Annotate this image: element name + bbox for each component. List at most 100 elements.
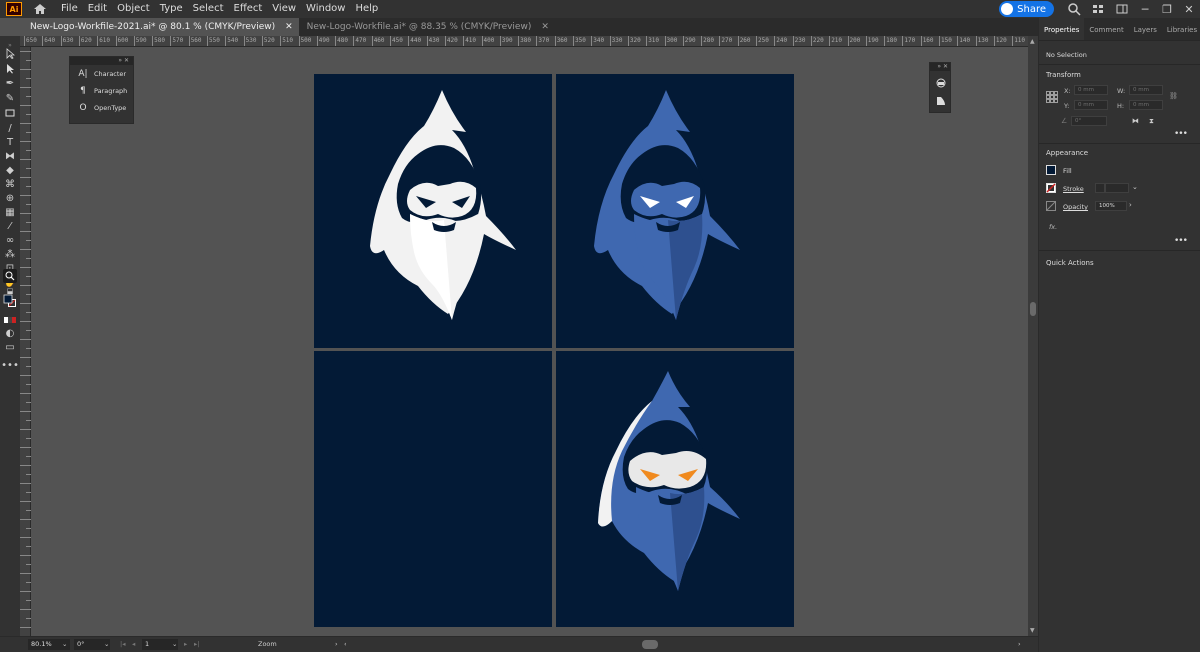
- shape-builder-tool-icon[interactable]: ⊕: [3, 191, 17, 205]
- character-panel-item[interactable]: A| Character: [70, 65, 133, 82]
- flip-vertical-icon[interactable]: ⧗: [1149, 117, 1154, 126]
- tab-layers[interactable]: Layers: [1129, 26, 1162, 40]
- fill-swatch[interactable]: [1046, 165, 1056, 175]
- restore-button[interactable]: ❐: [1156, 0, 1178, 18]
- tab-document-1[interactable]: New-Logo-Workfile-2021.ai* @ 80.1 % (CMY…: [0, 18, 299, 36]
- symbol-sprayer-tool-icon[interactable]: ⁂: [3, 247, 17, 261]
- artboard-4[interactable]: [556, 351, 794, 627]
- close-tab-icon[interactable]: ✕: [541, 22, 549, 32]
- minimize-button[interactable]: ─: [1134, 0, 1156, 18]
- panel-header[interactable]: » ✕: [70, 57, 133, 65]
- share-button[interactable]: Share: [999, 1, 1054, 17]
- arrange-documents-icon[interactable]: [1091, 2, 1105, 16]
- tab-document-2[interactable]: New-Logo-Workfile.ai* @ 88.35 % (CMYK/Pr…: [299, 18, 555, 36]
- horizontal-scroll-thumb[interactable]: [642, 640, 658, 649]
- x-input[interactable]: 0 mm: [1074, 85, 1108, 95]
- scroll-up-icon[interactable]: ▲: [1030, 38, 1035, 45]
- tab-comment[interactable]: Comment: [1084, 26, 1128, 40]
- w-input[interactable]: 0 mm: [1129, 85, 1163, 95]
- cc-libraries-icon[interactable]: [935, 77, 947, 89]
- last-artboard-icon[interactable]: ▸|: [194, 640, 199, 648]
- vertical-scroll-thumb[interactable]: [1030, 302, 1036, 316]
- menu-edit[interactable]: Edit: [83, 0, 112, 18]
- menu-effect[interactable]: Effect: [229, 0, 268, 18]
- rectangle-tool-icon[interactable]: [3, 106, 17, 120]
- draw-mode-icon[interactable]: ◐: [3, 326, 17, 340]
- more-options-icon[interactable]: •••: [1174, 236, 1188, 246]
- menu-window[interactable]: Window: [301, 0, 350, 18]
- eyedropper-tool-icon[interactable]: ⁄: [3, 219, 17, 233]
- next-artboard-icon[interactable]: ▸: [184, 640, 187, 648]
- asset-export-icon[interactable]: [935, 95, 947, 107]
- opacity-label[interactable]: Opacity: [1063, 203, 1088, 211]
- curvature-tool-icon[interactable]: ✎: [3, 91, 17, 105]
- menu-help[interactable]: Help: [350, 0, 383, 18]
- vertical-scrollbar[interactable]: ▲ ▼: [1028, 36, 1038, 636]
- stroke-weight-stepper[interactable]: [1095, 183, 1105, 193]
- screen-mode-icon[interactable]: ▭: [3, 340, 17, 354]
- more-options-icon[interactable]: •••: [1174, 129, 1188, 139]
- eraser-tool-icon[interactable]: ◆: [3, 163, 17, 177]
- flip-horizontal-icon[interactable]: ⧓: [1132, 117, 1139, 125]
- type-tool-icon[interactable]: T: [3, 135, 17, 149]
- artboard-dropdown-icon[interactable]: ⌄: [172, 640, 177, 648]
- artboard-1[interactable]: [314, 74, 552, 348]
- paragraph-label: Paragraph: [94, 86, 128, 95]
- status-menu-icon[interactable]: ›: [335, 640, 338, 648]
- free-transform-tool-icon[interactable]: ⌘: [3, 177, 17, 191]
- selection-tool-icon[interactable]: [3, 46, 17, 60]
- opentype-panel-item[interactable]: O OpenType: [70, 99, 133, 116]
- search-icon[interactable]: [1067, 2, 1081, 16]
- previous-artboard-icon[interactable]: ◂: [132, 640, 135, 648]
- tab-properties[interactable]: Properties: [1039, 18, 1085, 40]
- first-artboard-icon[interactable]: |◂: [120, 640, 125, 648]
- ruler-tick: [20, 231, 31, 232]
- edit-toolbar-icon[interactable]: •••: [1, 358, 19, 372]
- chevron-right-icon[interactable]: ›: [1129, 201, 1132, 209]
- menu-file[interactable]: File: [56, 0, 83, 18]
- tab-libraries[interactable]: Libraries: [1162, 26, 1200, 40]
- ruler-tick: [701, 36, 703, 46]
- close-window-button[interactable]: ✕: [1178, 0, 1200, 18]
- scroll-down-icon[interactable]: ▼: [1030, 627, 1035, 634]
- pen-tool-icon[interactable]: ✒: [3, 76, 17, 90]
- fill-stroke-swatch-icon[interactable]: [3, 294, 17, 308]
- menu-object[interactable]: Object: [112, 0, 155, 18]
- close-tab-icon[interactable]: ✕: [285, 22, 293, 32]
- scroll-left-icon[interactable]: ‹: [344, 640, 347, 648]
- h-label: H:: [1117, 102, 1125, 110]
- blend-tool-icon[interactable]: ∞: [3, 233, 17, 247]
- panel-header[interactable]: » ✕: [930, 63, 950, 71]
- scroll-right-icon[interactable]: ›: [1018, 640, 1021, 648]
- rotate-dropdown-icon[interactable]: ⌄: [104, 640, 109, 648]
- paintbrush-tool-icon[interactable]: /: [3, 121, 17, 135]
- rotate-input[interactable]: 0°: [1071, 116, 1107, 126]
- menu-type[interactable]: Type: [155, 0, 188, 18]
- zoom-dropdown-icon[interactable]: ⌄: [62, 640, 67, 648]
- y-input[interactable]: 0 mm: [1074, 100, 1108, 110]
- ruler-tick: [20, 537, 31, 538]
- reflect-tool-icon[interactable]: ⧓: [3, 149, 17, 163]
- fx-effects-icon[interactable]: fx.: [1049, 223, 1057, 231]
- stroke-weight-input[interactable]: [1105, 183, 1129, 193]
- artboard-2[interactable]: [556, 74, 794, 348]
- constrain-proportions-icon[interactable]: ⛓: [1169, 92, 1178, 100]
- ruler-label: 620: [80, 37, 92, 44]
- opacity-input[interactable]: 100%: [1095, 201, 1127, 211]
- canvas[interactable]: [31, 47, 1028, 636]
- paragraph-panel-item[interactable]: ¶ Paragraph: [70, 82, 133, 99]
- stroke-label[interactable]: Stroke: [1063, 185, 1084, 193]
- zoom-tool-icon[interactable]: [3, 269, 17, 283]
- direct-selection-tool-icon[interactable]: [3, 61, 17, 75]
- gradient-tool-icon[interactable]: ▦: [3, 205, 17, 219]
- h-input[interactable]: 0 mm: [1129, 100, 1163, 110]
- workspace-switcher-icon[interactable]: [1115, 2, 1129, 16]
- color-mode-icon[interactable]: [3, 313, 17, 327]
- chevron-down-icon[interactable]: ⌄: [1132, 183, 1138, 191]
- menu-view[interactable]: View: [267, 0, 301, 18]
- menu-select[interactable]: Select: [188, 0, 229, 18]
- home-icon[interactable]: [32, 1, 48, 17]
- artboard-3[interactable]: [314, 351, 552, 627]
- reference-point-icon[interactable]: [1046, 91, 1058, 103]
- stroke-swatch[interactable]: [1046, 183, 1056, 193]
